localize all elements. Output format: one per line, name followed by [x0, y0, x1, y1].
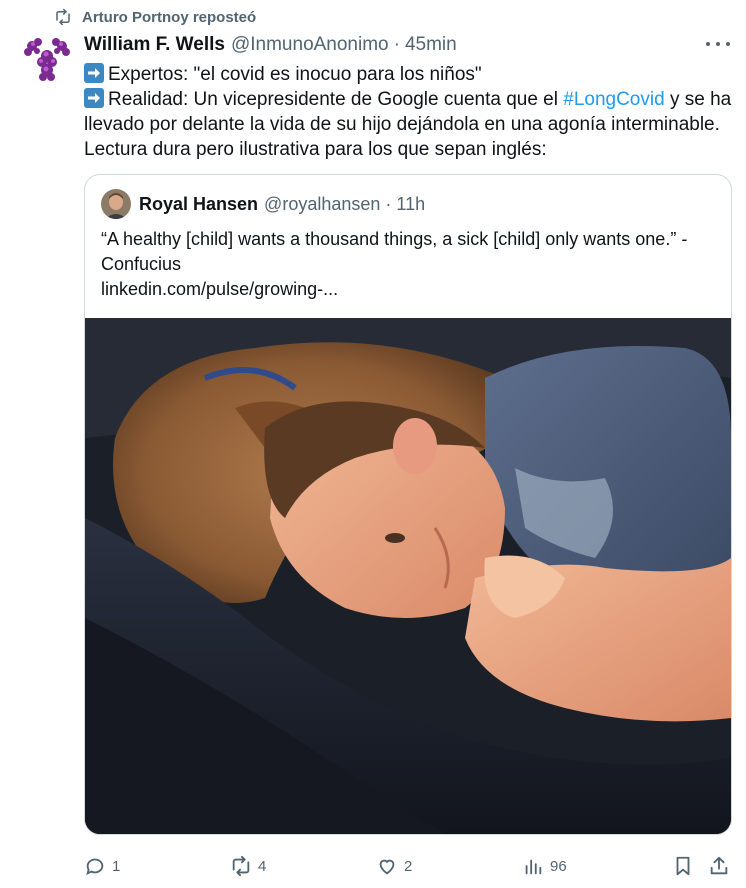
- quote-text: “A healthy [child] wants a thousand thin…: [101, 229, 688, 274]
- bookmark-button[interactable]: [672, 852, 694, 880]
- repost-button[interactable]: 4: [230, 852, 266, 880]
- author-avatar[interactable]: [22, 34, 72, 84]
- bookmark-icon: [676, 856, 690, 876]
- quote-timestamp[interactable]: 11h: [396, 194, 425, 215]
- more-options-icon[interactable]: [706, 36, 730, 52]
- repost-indicator[interactable]: Arturo Portnoy reposteó: [54, 8, 256, 26]
- tweet-line-1: Expertos: "el covid es inocuo para los n…: [108, 64, 482, 85]
- share-icon: [710, 856, 728, 875]
- separator: ·: [393, 34, 400, 55]
- repost-icon: [232, 855, 250, 877]
- reply-count: 1: [112, 857, 121, 875]
- like-count: 2: [404, 857, 413, 875]
- tweet-header: William F. Wells @InmunoAnonimo · 45min: [84, 32, 734, 58]
- timestamp[interactable]: 45min: [405, 34, 457, 56]
- repost-icon: [56, 8, 70, 26]
- like-button[interactable]: 2: [376, 852, 412, 880]
- action-bar: 1 4 2 96: [84, 852, 734, 880]
- reply-icon: [86, 858, 104, 876]
- right-arrow-emoji-icon: [84, 88, 104, 108]
- repost-count: 4: [258, 857, 267, 875]
- quote-author-avatar[interactable]: [101, 189, 131, 219]
- author-name[interactable]: William F. Wells: [84, 34, 225, 56]
- author-handle[interactable]: @InmunoAnonimo: [231, 34, 389, 56]
- tweet-text: Expertos: "el covid es inocuo para los n…: [84, 62, 734, 162]
- reply-button[interactable]: 1: [84, 852, 120, 880]
- views-chart-icon: [525, 859, 542, 875]
- quote-link[interactable]: linkedin.com/pulse/growing-...: [85, 277, 731, 302]
- tweet-line-2-start: Realidad: Un vicepresidente de Google cu…: [108, 89, 564, 110]
- views-count: 96: [550, 857, 567, 875]
- repost-text: Arturo Portnoy reposteó: [82, 8, 257, 26]
- hashtag-link[interactable]: #LongCovid: [563, 89, 664, 110]
- tweet[interactable]: William F. Wells @InmunoAnonimo · 45min …: [84, 32, 734, 835]
- quote-author-handle[interactable]: @royalhansen: [264, 194, 380, 215]
- right-arrow-emoji-icon: [84, 63, 104, 83]
- quoted-tweet[interactable]: Royal Hansen @royalhansen · 11h “A healt…: [84, 174, 732, 835]
- views-button[interactable]: 96: [522, 852, 567, 880]
- quote-header: Royal Hansen @royalhansen · 11h: [85, 175, 731, 219]
- quote-photo[interactable]: [85, 318, 731, 834]
- share-button[interactable]: [708, 852, 730, 880]
- quote-author-name[interactable]: Royal Hansen: [139, 194, 258, 215]
- heart-icon: [379, 859, 395, 875]
- separator: ·: [385, 193, 392, 214]
